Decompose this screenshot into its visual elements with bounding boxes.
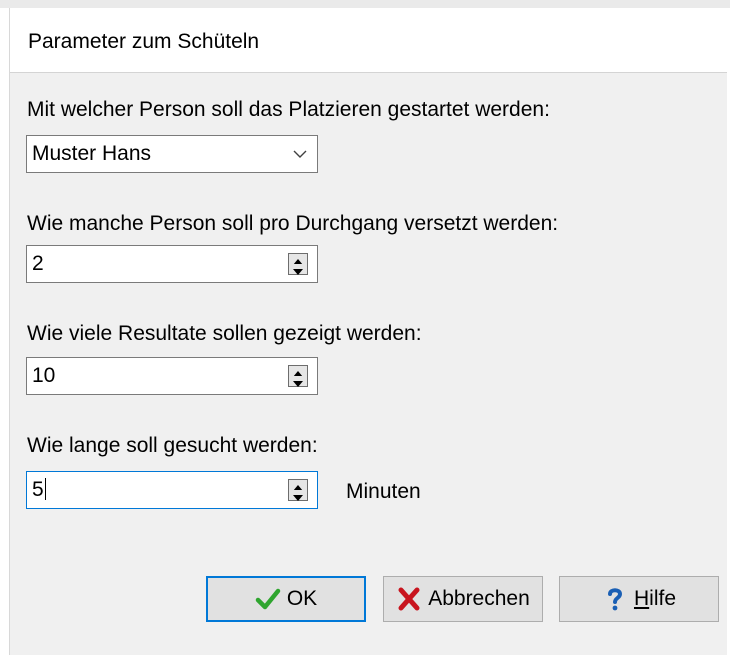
- help-label-rest: ilfe: [649, 587, 677, 610]
- help-button[interactable]: Hilfe: [559, 576, 719, 622]
- spinner-down-button[interactable]: [289, 376, 307, 387]
- question-mark-icon: [607, 588, 622, 611]
- results-count-field[interactable]: 10: [26, 357, 318, 395]
- dialog-window: Parameter zum Schüteln Mit welcher Perso…: [0, 0, 730, 655]
- spinner-down-button[interactable]: [289, 490, 307, 501]
- start-person-dropdown[interactable]: Muster Hans: [26, 135, 318, 173]
- persons-per-round-value: 2: [32, 252, 44, 275]
- dialog-title-bar: Parameter zum Schüteln: [10, 14, 727, 73]
- triangle-down-icon: [293, 495, 303, 501]
- chevron-down-icon: [293, 150, 307, 158]
- start-person-label: Mit welcher Person soll das Platzieren g…: [27, 98, 550, 121]
- results-count-value: 10: [32, 364, 56, 387]
- x-icon: [398, 587, 420, 611]
- persons-per-round-field[interactable]: 2: [26, 245, 318, 283]
- triangle-down-icon: [293, 381, 303, 387]
- dialog-title: Parameter zum Schüteln: [28, 30, 260, 53]
- dialog-top-shadow: [0, 0, 730, 8]
- search-duration-label: Wie lange soll gesucht werden:: [27, 434, 318, 457]
- search-duration-field[interactable]: 5: [26, 471, 318, 509]
- help-button-label: Hilfe: [634, 587, 676, 611]
- persons-per-round-label: Wie manche Person soll pro Durchgang ver…: [27, 212, 559, 235]
- text-caret: [44, 478, 46, 500]
- cancel-button[interactable]: Abbrechen: [383, 576, 543, 622]
- search-duration-unit: Minuten: [346, 480, 421, 503]
- ok-button[interactable]: OK: [206, 576, 366, 622]
- cancel-button-label: Abbrechen: [428, 587, 530, 610]
- search-duration-value: 5: [32, 478, 46, 502]
- search-duration-text: 5: [32, 478, 44, 501]
- spinner-down-button[interactable]: [289, 264, 307, 275]
- checkmark-icon: [255, 588, 281, 610]
- start-person-value: Muster Hans: [32, 142, 152, 165]
- dialog-left-border: [0, 8, 10, 655]
- ok-button-label: OK: [286, 587, 318, 610]
- help-mnemonic: H: [633, 587, 650, 610]
- search-duration-spinner[interactable]: [288, 479, 308, 501]
- results-count-spinner[interactable]: [288, 365, 308, 387]
- triangle-down-icon: [293, 269, 303, 275]
- results-count-label: Wie viele Resultate sollen gezeigt werde…: [27, 322, 422, 345]
- persons-per-round-spinner[interactable]: [288, 253, 308, 275]
